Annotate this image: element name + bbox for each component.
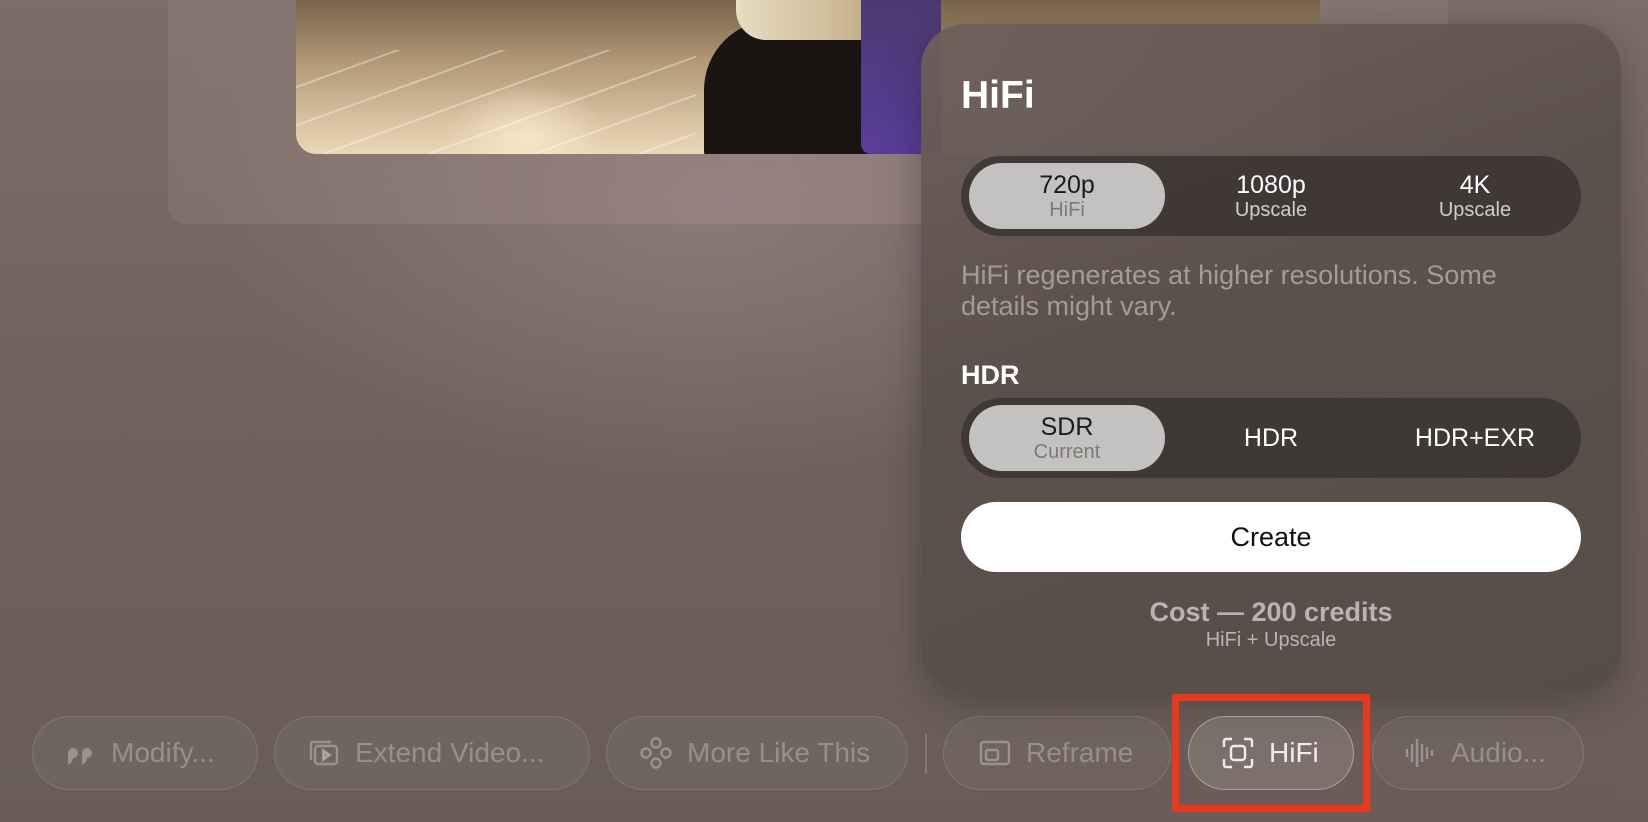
- option-label: 4K: [1459, 170, 1491, 199]
- option-sublabel: Upscale: [1438, 198, 1512, 221]
- video-floor: [296, 50, 696, 154]
- hdr-option-sdr[interactable]: SDR Current: [969, 405, 1165, 471]
- hifi-description: HiFi regenerates at higher resolutions. …: [961, 260, 1497, 321]
- reframe-icon: [978, 736, 1012, 770]
- option-label: 1080p: [1236, 170, 1306, 199]
- cost-info: Cost — 200 credits HiFi + Upscale: [961, 596, 1581, 652]
- cost-amount: Cost — 200 credits: [1149, 597, 1393, 627]
- more-like-this-button[interactable]: More Like This: [606, 716, 908, 790]
- extend-video-icon: [307, 736, 341, 770]
- resolution-option-720p[interactable]: 720p HiFi: [969, 163, 1165, 229]
- hdr-option-hdr[interactable]: HDR: [1173, 405, 1369, 471]
- resolution-selector: 720p HiFi 1080p Upscale 4K Upscale: [961, 156, 1581, 236]
- toolbar-divider: [925, 734, 927, 774]
- modify-button[interactable]: Modify...: [32, 716, 258, 790]
- hdr-option-hdr-exr[interactable]: HDR+EXR: [1377, 405, 1573, 471]
- option-sublabel: Upscale: [1234, 198, 1308, 221]
- resolution-option-4k[interactable]: 4K Upscale: [1377, 163, 1573, 229]
- audio-label: Audio...: [1451, 737, 1546, 768]
- option-sublabel: HiFi: [1049, 198, 1085, 221]
- option-sublabel: Current: [1033, 440, 1101, 463]
- option-label: HDR: [1243, 423, 1299, 452]
- reframe-label: Reframe: [1026, 737, 1134, 768]
- modify-label: Modify...: [111, 737, 215, 768]
- more-like-this-icon: [639, 736, 673, 770]
- popover-title: HiFi: [961, 74, 1035, 117]
- more-like-this-label: More Like This: [687, 737, 871, 768]
- create-button[interactable]: Create: [961, 502, 1581, 572]
- resolution-option-1080p[interactable]: 1080p Upscale: [1173, 163, 1369, 229]
- hdr-section-label: HDR: [961, 360, 1020, 390]
- extend-video-button[interactable]: Extend Video...: [274, 716, 590, 790]
- reframe-button[interactable]: Reframe: [943, 716, 1171, 790]
- option-label: HDR+EXR: [1414, 423, 1536, 452]
- option-label: 720p: [1039, 170, 1095, 199]
- hifi-popover: HiFi 720p HiFi 1080p Upscale 4K Upscale …: [921, 24, 1621, 692]
- waveform-icon: [1403, 736, 1437, 770]
- extend-video-label: Extend Video...: [355, 737, 545, 768]
- hdr-selector: SDR Current HDR HDR+EXR: [961, 398, 1581, 478]
- cost-breakdown: HiFi + Upscale: [1205, 629, 1337, 651]
- quote-icon: [63, 736, 97, 770]
- audio-button[interactable]: Audio...: [1372, 716, 1584, 790]
- highlight-annotation: [1172, 694, 1370, 812]
- option-label: SDR: [1040, 412, 1094, 441]
